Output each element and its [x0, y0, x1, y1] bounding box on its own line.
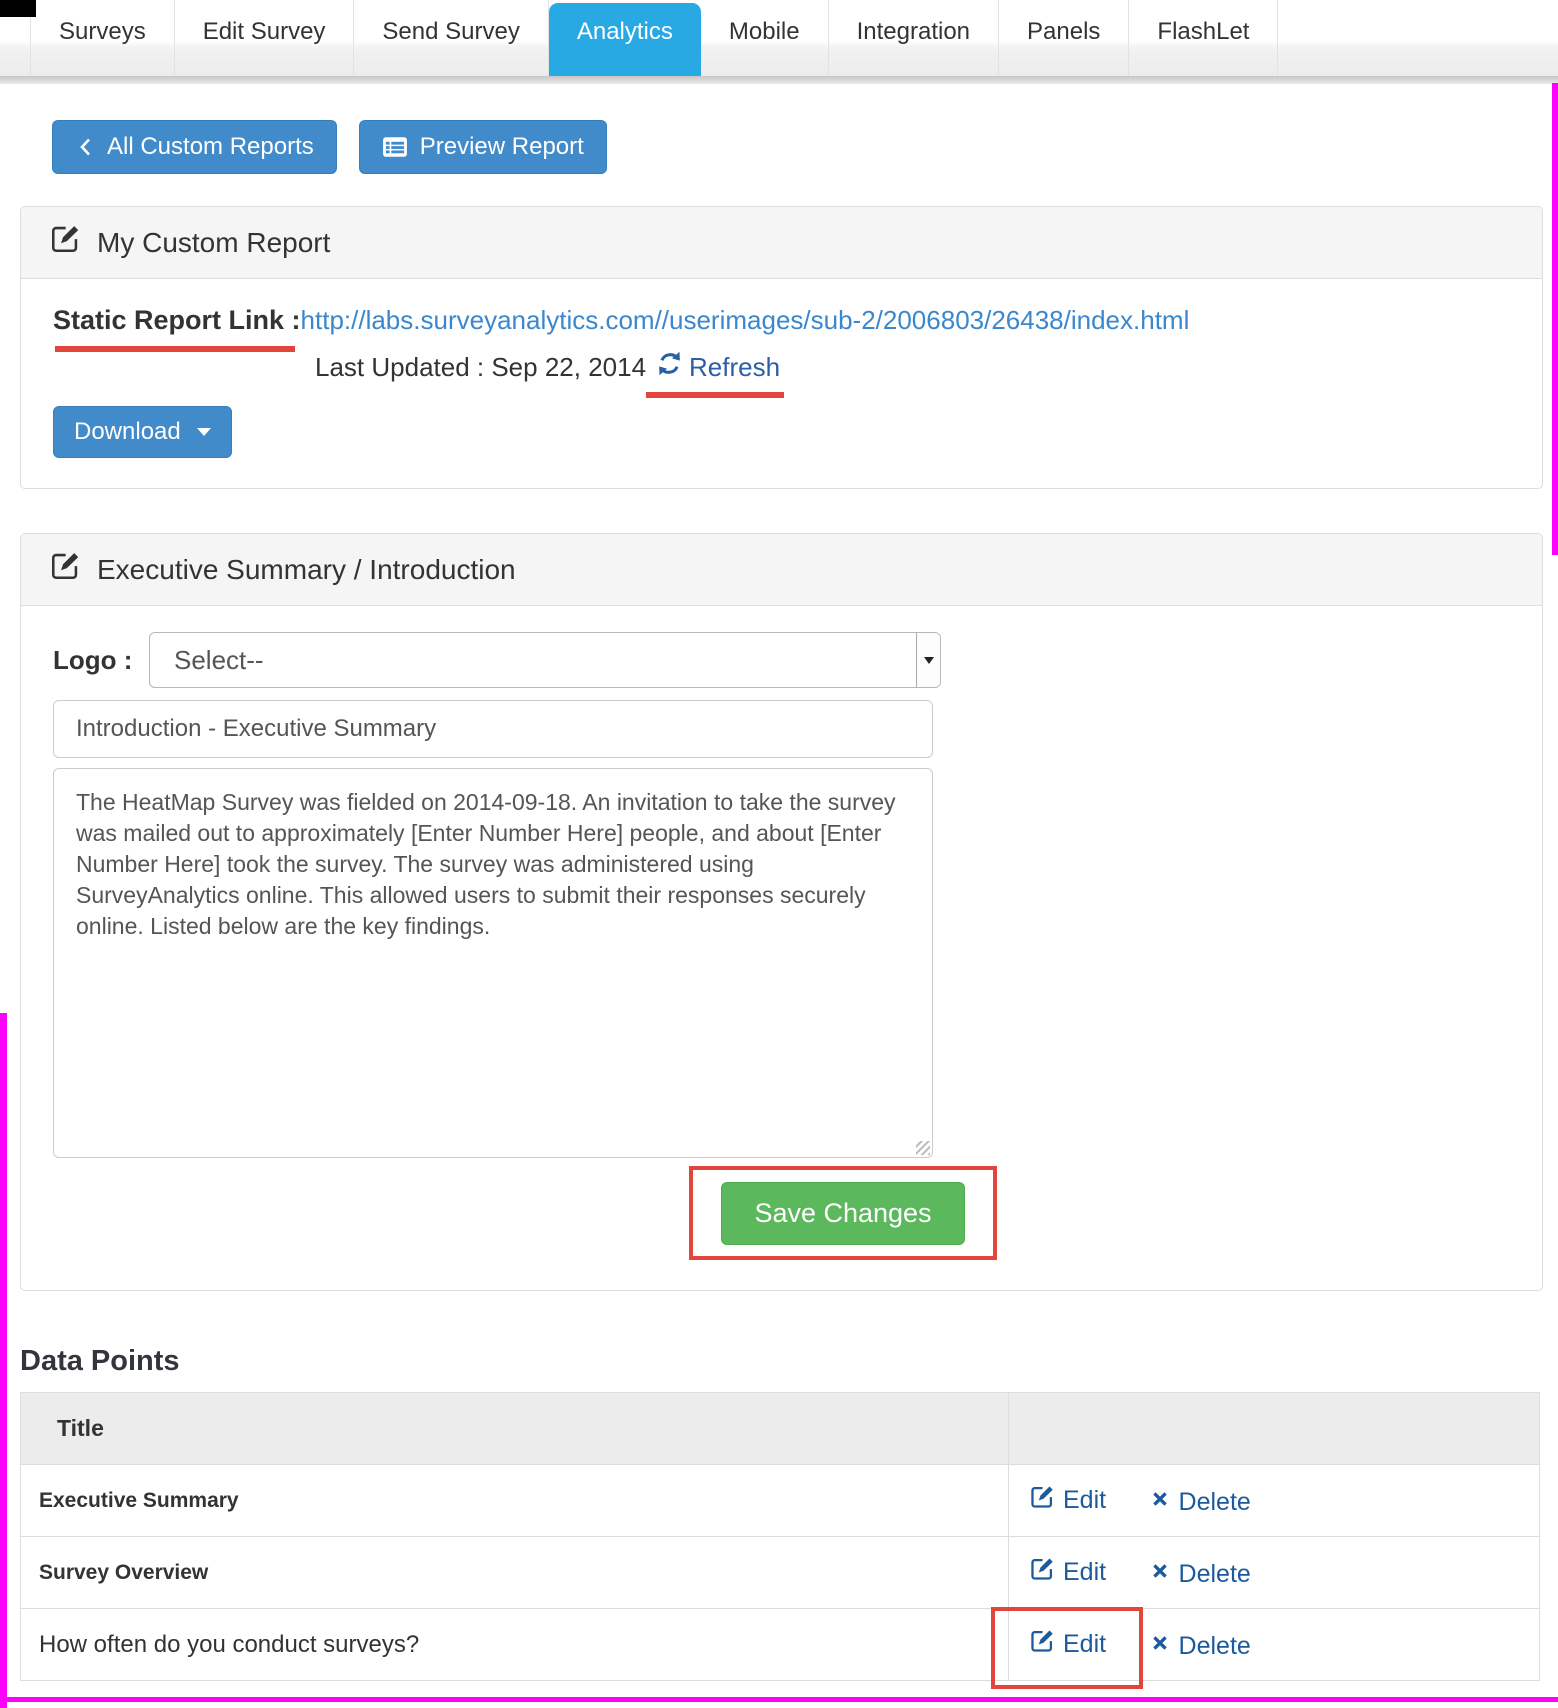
tab-surveys[interactable]: Surveys — [30, 0, 175, 76]
delete-x-icon — [1149, 1560, 1171, 1589]
page-root: Surveys Edit Survey Send Survey Analytic… — [0, 0, 1558, 1708]
refresh-link[interactable]: Refresh — [656, 350, 780, 384]
title-column-header: Title — [21, 1393, 1009, 1465]
preview-report-label: Preview Report — [420, 133, 584, 161]
actions-column-header — [1009, 1393, 1540, 1465]
edit-link[interactable]: Edit — [1029, 1484, 1106, 1517]
my-custom-report-body: Static Report Link :http://labs.surveyan… — [21, 279, 1542, 488]
last-updated-text: Last Updated : Sep 22, 2014 — [315, 352, 646, 383]
tab-edit-survey[interactable]: Edit Survey — [175, 0, 355, 76]
screenshot-corner-artifact — [0, 0, 36, 17]
logo-label: Logo : — [53, 645, 149, 676]
delete-x-icon — [1149, 1488, 1171, 1517]
download-label: Download — [74, 418, 181, 446]
row-title: Executive Summary — [39, 1489, 239, 1512]
preview-report-button[interactable]: Preview Report — [359, 120, 607, 174]
tab-integration[interactable]: Integration — [829, 0, 999, 76]
tab-panels[interactable]: Panels — [999, 0, 1129, 76]
edit-pencil-icon — [49, 550, 81, 589]
edit-pencil-icon — [1029, 1628, 1055, 1661]
edit-label: Edit — [1063, 1558, 1106, 1587]
data-points-heading: Data Points — [20, 1345, 1543, 1378]
edit-label: Edit — [1063, 1630, 1106, 1659]
refresh-label: Refresh — [689, 352, 780, 383]
row-title: Survey Overview — [39, 1561, 208, 1584]
tab-flashlet[interactable]: FlashLet — [1129, 0, 1278, 76]
magenta-border-bottom — [0, 1697, 1558, 1702]
edit-pencil-icon — [1029, 1484, 1055, 1517]
logo-select[interactable]: Select-- — [149, 632, 941, 688]
chevron-left-icon — [75, 135, 95, 159]
delete-x-icon — [1149, 1632, 1171, 1661]
caret-down-icon — [197, 428, 211, 436]
tab-mobile[interactable]: Mobile — [701, 0, 829, 76]
delete-label: Delete — [1179, 1560, 1251, 1589]
executive-summary-header: Executive Summary / Introduction — [21, 534, 1542, 606]
delete-link[interactable]: Delete — [1149, 1560, 1251, 1589]
my-custom-report-title: My Custom Report — [97, 227, 330, 259]
magenta-border-right — [1552, 83, 1558, 555]
navbar-shadow — [0, 76, 1558, 84]
list-alt-icon — [382, 134, 408, 160]
executive-summary-title: Executive Summary / Introduction — [97, 554, 516, 586]
tab-analytics-active[interactable]: Analytics — [549, 3, 701, 76]
last-updated-line: Last Updated : Sep 22, 2014 Refresh — [315, 350, 1510, 384]
static-report-link-url[interactable]: http://labs.surveyanalytics.com//userima… — [301, 305, 1190, 335]
intro-title-input[interactable] — [53, 700, 933, 758]
edit-link[interactable]: Edit — [1029, 1556, 1106, 1589]
my-custom-report-panel: My Custom Report Static Report Link :htt… — [20, 206, 1543, 489]
executive-summary-panel: Executive Summary / Introduction Logo : … — [20, 533, 1543, 1291]
save-changes-annotation-box: Save Changes — [689, 1166, 997, 1260]
top-navbar: Surveys Edit Survey Send Survey Analytic… — [0, 0, 1558, 76]
all-custom-reports-button[interactable]: All Custom Reports — [52, 120, 337, 174]
my-custom-report-header: My Custom Report — [21, 207, 1542, 279]
intro-body-textarea[interactable]: The HeatMap Survey was fielded on 2014-0… — [53, 768, 933, 1158]
save-changes-button[interactable]: Save Changes — [721, 1182, 964, 1245]
nav-tabs: Surveys Edit Survey Send Survey Analytic… — [30, 0, 1558, 76]
magenta-border-left — [0, 1013, 7, 1708]
select-dropdown-arrow-icon[interactable] — [916, 633, 940, 687]
table-row: Survey Overview Edit Delete — [21, 1537, 1540, 1609]
edit-link[interactable]: Edit — [1029, 1628, 1106, 1661]
table-row: How often do you conduct surveys? Edit D… — [21, 1609, 1540, 1681]
delete-link[interactable]: Delete — [1149, 1488, 1251, 1517]
tab-send-survey[interactable]: Send Survey — [354, 0, 548, 76]
toolbar: All Custom Reports Preview Report — [52, 120, 1543, 174]
table-row: Executive Summary Edit Delete — [21, 1465, 1540, 1537]
data-points-table: Title Executive Summary Edit Delete — [20, 1392, 1540, 1681]
delete-label: Delete — [1179, 1632, 1251, 1661]
static-report-link-label: Static Report Link : — [53, 305, 301, 336]
edit-label: Edit — [1063, 1486, 1106, 1515]
all-custom-reports-label: All Custom Reports — [107, 133, 314, 161]
executive-summary-body: Logo : Select-- The HeatMap Survey was f… — [21, 606, 1542, 1290]
row-title: How often do you conduct surveys? — [39, 1631, 419, 1658]
table-header-row: Title — [21, 1393, 1540, 1465]
delete-label: Delete — [1179, 1488, 1251, 1517]
delete-link[interactable]: Delete — [1149, 1632, 1251, 1661]
download-button[interactable]: Download — [53, 406, 232, 458]
logo-select-value: Select-- — [150, 645, 916, 676]
refresh-icon — [656, 350, 683, 384]
edit-pencil-icon — [49, 223, 81, 262]
edit-pencil-icon — [1029, 1556, 1055, 1589]
